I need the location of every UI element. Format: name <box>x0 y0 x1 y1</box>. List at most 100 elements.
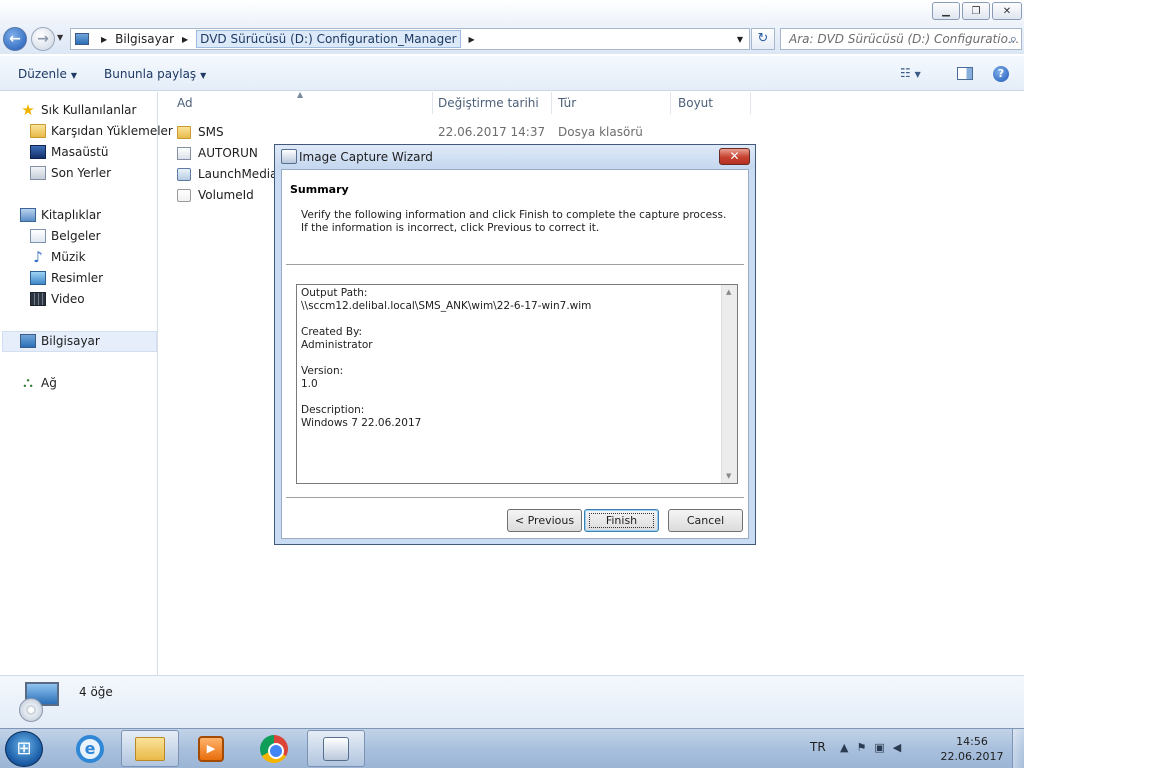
wizard-app-icon <box>323 736 349 761</box>
divider <box>286 497 744 499</box>
address-input[interactable]: ▶ Bilgisayar ▶ DVD Sürücüsü (D:) Configu… <box>70 28 750 50</box>
language-indicator[interactable]: TR <box>810 740 826 754</box>
summary-text: Output Path: \\sccm12.delibal.local\SMS_… <box>301 287 719 430</box>
nav-network-label: Ağ <box>41 376 57 390</box>
nav-favorites[interactable]: ★ Sık Kullanılanlar <box>20 100 136 120</box>
address-dropdown-icon[interactable]: ▼ <box>737 35 743 44</box>
close-dialog-button[interactable]: ✕ <box>719 148 750 165</box>
item-count: 4 öğe <box>79 685 113 699</box>
view-list-icon: ☷ <box>900 66 911 80</box>
column-header-type[interactable]: Tür <box>558 96 576 116</box>
summary-version: 1.0 <box>301 378 318 390</box>
scroll-up-icon[interactable]: ▲ <box>726 288 731 296</box>
preview-pane-button[interactable] <box>957 67 973 80</box>
volume-muted-icon[interactable]: ◀ <box>893 741 909 754</box>
dvd-drive-icon <box>19 682 63 722</box>
nav-item-label: Masaüstü <box>51 145 109 159</box>
share-with-button[interactable]: Bununla paylaş ▼ <box>104 67 206 81</box>
finish-button[interactable]: Finish <box>584 509 659 532</box>
minimize-button[interactable]: ▁ <box>932 2 960 20</box>
column-divider[interactable] <box>750 92 751 114</box>
nav-item-recent-places[interactable]: Son Yerler <box>30 163 111 183</box>
refresh-button[interactable]: ↻ <box>751 28 775 50</box>
search-input[interactable]: Ara: DVD Sürücüsü (D:) Configuratio... ⌕ <box>780 28 1022 50</box>
cancel-button[interactable]: Cancel <box>668 509 743 532</box>
sort-ascending-icon: ▲ <box>297 90 304 99</box>
table-row[interactable]: AUTORUN <box>177 143 258 163</box>
network-status-icon[interactable]: ▣ <box>874 741 892 754</box>
nav-item-downloads[interactable]: Karşıdan Yüklemeler <box>30 121 173 141</box>
organize-button[interactable]: Düzenle ▼ <box>18 67 77 81</box>
table-row[interactable]: LaunchMedia <box>177 164 278 184</box>
nav-computer[interactable]: Bilgisayar <box>20 331 100 351</box>
search-icon[interactable]: ⌕ <box>1010 30 1017 50</box>
start-button[interactable]: ⊞ <box>5 731 43 767</box>
nav-libraries[interactable]: Kitaplıklar <box>20 205 101 225</box>
summary-textbox[interactable]: Output Path: \\sccm12.delibal.local\SMS_… <box>296 284 738 484</box>
taskbar-explorer[interactable] <box>121 730 179 767</box>
help-icon: ? <box>997 67 1005 80</box>
column-header-size[interactable]: Boyut <box>678 96 713 116</box>
breadcrumb-computer[interactable]: Bilgisayar <box>115 32 174 46</box>
maximize-button[interactable]: ❐ <box>962 2 990 20</box>
taskbar-chrome[interactable] <box>245 730 303 767</box>
help-button[interactable]: ? <box>993 66 1009 82</box>
music-note-icon: ♪ <box>33 248 43 266</box>
scroll-down-icon[interactable]: ▼ <box>726 472 731 480</box>
internet-explorer-icon: e <box>76 734 104 763</box>
nav-item-documents[interactable]: Belgeler <box>30 226 101 246</box>
nav-item-video[interactable]: Video <box>30 289 85 309</box>
recent-pages-button[interactable]: ▼ <box>57 33 63 42</box>
breadcrumb-dvd-drive[interactable]: DVD Sürücüsü (D:) Configuration_Manager <box>196 30 461 48</box>
change-view-button[interactable]: ☷ ▼ <box>900 66 921 80</box>
windows-logo-icon: ⊞ <box>16 738 32 759</box>
disc-shape <box>19 698 43 722</box>
chevron-down-icon: ▼ <box>200 71 207 80</box>
close-window-button[interactable]: ✕ <box>992 2 1022 20</box>
column-header-name[interactable]: Ad <box>177 96 193 116</box>
column-divider[interactable] <box>551 92 552 114</box>
video-film-icon <box>30 292 46 306</box>
previous-button[interactable]: < Previous <box>507 509 582 532</box>
taskbar-image-capture-wizard[interactable] <box>307 730 365 767</box>
taskbar-internet-explorer[interactable]: e <box>61 730 119 767</box>
chevron-down-icon: ▼ <box>70 71 78 80</box>
clock[interactable]: 14:56 22.06.2017 <box>940 734 1004 764</box>
folder-icon <box>177 125 191 139</box>
clock-time: 14:56 <box>956 735 988 748</box>
address-bar: ← → ▼ ▶ Bilgisayar ▶ DVD Sürücüsü (D:) C… <box>0 24 1024 54</box>
finish-label: Finish <box>588 513 655 528</box>
nav-item-music[interactable]: ♪ Müzik <box>30 247 86 267</box>
organize-label: Düzenle <box>18 67 67 81</box>
taskbar-media-player[interactable]: ▶ <box>182 730 240 767</box>
nav-item-desktop[interactable]: Masaüstü <box>30 142 108 162</box>
summary-output-path: \\sccm12.delibal.local\SMS_ANK\wim\22-6-… <box>301 300 592 312</box>
computer-icon <box>20 334 36 348</box>
nav-favorites-label: Sık Kullanılanlar <box>41 103 137 117</box>
column-header-date[interactable]: Değiştirme tarihi <box>438 96 539 116</box>
show-hidden-icons-icon[interactable]: ▲ <box>840 741 856 754</box>
nav-item-label: Karşıdan Yüklemeler <box>51 124 173 138</box>
file-icon <box>177 188 191 202</box>
summary-output-path-label: Output Path: <box>301 287 368 299</box>
folder-icon <box>135 736 165 761</box>
documents-icon <box>30 229 46 243</box>
show-desktop-button[interactable] <box>1012 729 1024 768</box>
forward-button[interactable]: → <box>31 27 55 51</box>
downloads-folder-icon <box>30 124 46 138</box>
action-center-flag-icon[interactable]: ⚑ <box>856 741 874 754</box>
nav-network[interactable]: ⛬ Ağ <box>20 373 57 393</box>
network-icon: ⛬ <box>23 375 33 391</box>
chevron-right-icon: ▶ <box>101 34 108 44</box>
nav-item-label: Müzik <box>51 250 86 264</box>
dialog-titlebar[interactable]: Image Capture Wizard ✕ <box>275 145 755 169</box>
column-divider[interactable] <box>432 92 433 114</box>
back-button[interactable]: ← <box>3 27 27 51</box>
column-divider[interactable] <box>670 92 671 114</box>
table-row[interactable]: VolumeId <box>177 185 254 205</box>
table-row[interactable]: SMS <box>177 122 224 142</box>
vertical-scrollbar[interactable]: ▲ ▼ <box>721 285 737 483</box>
nav-item-pictures[interactable]: Resimler <box>30 268 103 288</box>
